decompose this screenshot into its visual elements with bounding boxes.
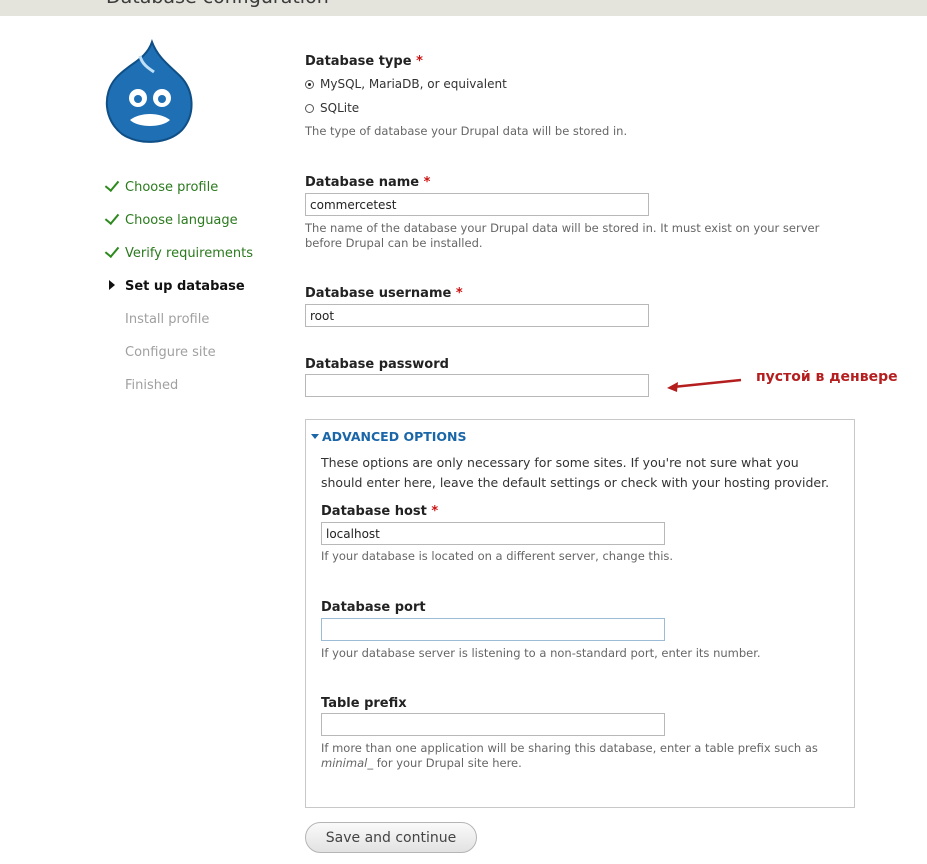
table-prefix-description: If more than one application will be sha… [321,741,818,770]
db-host-description: If your database is located on a differe… [321,549,674,563]
step-choose-profile: Choose profile [104,176,218,196]
db-port-description: If your database server is listening to … [321,646,761,660]
save-and-continue-button[interactable]: Save and continue [305,822,477,853]
step-install-profile: Install profile [125,311,210,327]
db-host-input[interactable] [321,522,665,545]
step-configure-site: Configure site [125,344,216,360]
db-username-label: Database username * [305,286,463,301]
triangle-right-icon [109,279,115,290]
step-choose-language: Choose language [104,209,238,229]
db-port-label: Database port [321,600,426,615]
db-password-input[interactable] [305,374,649,397]
triangle-down-icon [311,434,319,439]
radio-mysql-control[interactable] [305,79,314,89]
page-title: Database configuration [106,0,329,8]
annotation-arrow-icon [667,378,742,392]
header-bar: Database configuration [0,0,927,16]
advanced-options-intro: These options are only necessary for som… [321,455,830,490]
db-name-description: The name of the database your Drupal dat… [305,221,820,250]
step-verify-requirements: Verify requirements [104,242,253,262]
drupal-logo-icon [105,39,193,143]
table-prefix-label: Table prefix [321,696,407,711]
checkmark-icon [104,176,120,192]
db-port-input[interactable] [321,618,665,641]
db-username-input[interactable] [305,304,649,327]
db-name-input[interactable] [305,193,649,216]
advanced-options-toggle[interactable]: ADVANCED OPTIONS [311,429,467,444]
checkmark-icon [104,242,120,258]
checkmark-icon [104,209,120,225]
db-password-label: Database password [305,357,449,372]
radio-mysql[interactable]: MySQL, MariaDB, or equivalent [305,76,507,92]
db-host-label: Database host * [321,504,439,519]
annotation-note: пустой в денвере [756,369,898,385]
radio-sqlite[interactable]: SQLite [305,100,359,116]
step-finished: Finished [125,377,179,393]
db-type-label: Database type * [305,54,423,69]
db-type-description: The type of database your Drupal data wi… [305,124,628,138]
db-name-label: Database name * [305,175,431,190]
step-set-up-database: Set up database [104,277,245,295]
table-prefix-input[interactable] [321,713,665,736]
radio-sqlite-control[interactable] [305,103,314,113]
